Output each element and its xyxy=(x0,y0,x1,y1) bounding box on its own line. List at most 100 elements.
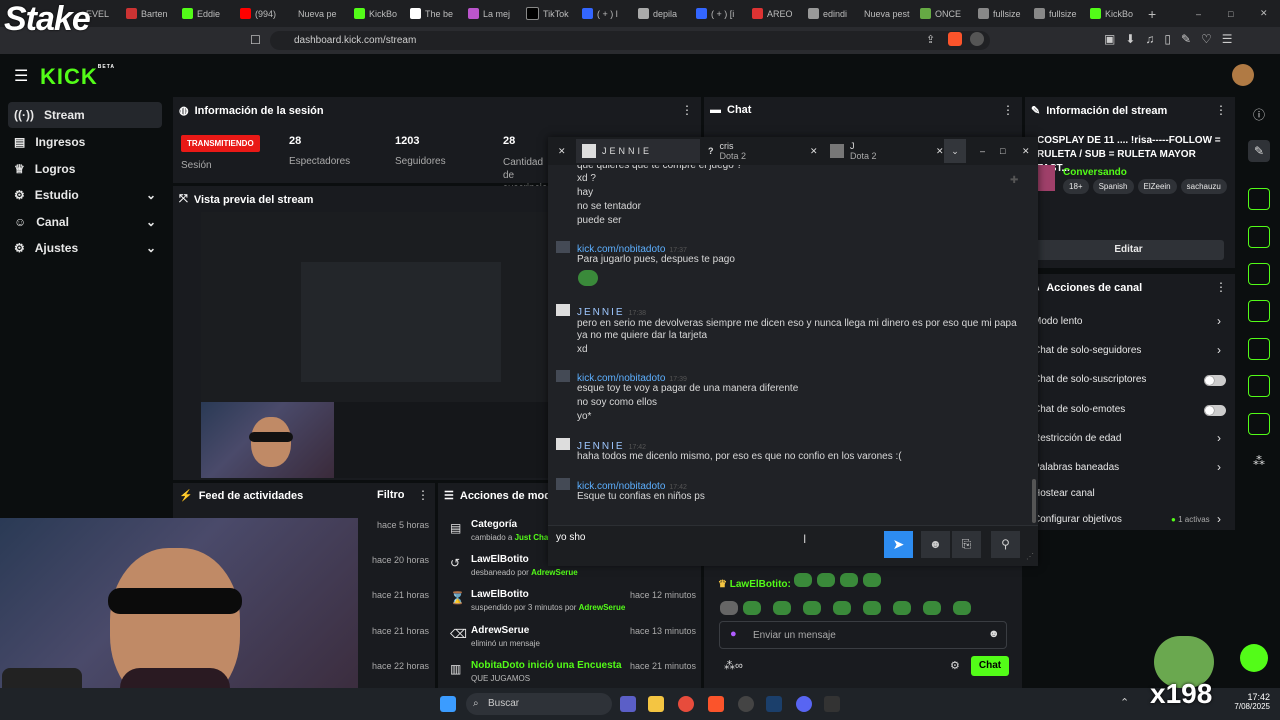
chevron-right-icon[interactable]: › xyxy=(1217,431,1221,445)
emote-icon[interactable] xyxy=(720,601,738,615)
bookmark-icon[interactable]: ☐ xyxy=(250,33,261,47)
browser-tab[interactable]: (994) xyxy=(240,4,296,23)
browser-tab[interactable]: EVEL xyxy=(86,4,126,23)
taskbar-app-icon[interactable] xyxy=(824,696,840,712)
add-reaction-icon[interactable]: ✚ xyxy=(1010,175,1018,186)
browser-tab[interactable]: Eddie xyxy=(182,4,230,23)
info-icon[interactable]: ⓘ xyxy=(1248,104,1270,126)
taskbar-app-icon[interactable] xyxy=(796,696,812,712)
more-options-icon[interactable]: ⋮ xyxy=(681,103,693,117)
emotes-only-toggle[interactable] xyxy=(1204,405,1226,416)
taskbar-app-icon[interactable] xyxy=(620,696,636,712)
tag-chip[interactable]: Spanish xyxy=(1092,179,1134,194)
chevron-right-icon[interactable]: › xyxy=(1217,460,1221,474)
popup-tab-close-icon[interactable]: ✕ xyxy=(810,139,818,163)
tray-chevron-icon[interactable]: ⌃ xyxy=(1120,696,1129,709)
filter-button[interactable]: Filtro xyxy=(377,489,405,501)
browser-tab[interactable]: Nueva pest xyxy=(864,4,916,23)
action-host-channel[interactable]: Hostear canal xyxy=(1033,488,1095,499)
share-icon[interactable]: ⇪ xyxy=(926,33,935,46)
action-banned-words[interactable]: Palabras baneadas xyxy=(1033,462,1119,473)
sidebar-item-logros[interactable]: ♕ Logros xyxy=(8,156,162,182)
browser-tab[interactable]: fullsize xyxy=(1034,4,1084,23)
taskbar-search[interactable]: ⌕ Buscar xyxy=(466,693,612,715)
support-icon[interactable] xyxy=(1240,644,1268,672)
emoji-icon[interactable]: ☻ xyxy=(988,628,1000,640)
popup-tab-close-icon[interactable]: ✕ xyxy=(558,139,566,163)
emote-icon[interactable] xyxy=(863,601,881,615)
edit-icon[interactable]: ✎ xyxy=(1248,140,1270,162)
action-slow-mode[interactable]: Modo lento xyxy=(1033,316,1082,327)
message-compose-area[interactable]: yo sho I ➤ ☻ ⎘ ⚲ ⋰ xyxy=(548,525,1038,566)
action-emotes-only[interactable]: Chat de solo-emotes xyxy=(1033,404,1125,415)
emote-icon[interactable] xyxy=(923,601,941,615)
action-goals[interactable]: Configurar objetivos xyxy=(1033,514,1122,525)
browser-tab[interactable]: KickBo xyxy=(354,4,402,23)
close-icon[interactable]: ✕ xyxy=(1260,4,1272,23)
popup-tab-jennie[interactable]: JENNIE xyxy=(576,139,700,163)
popup-tab-close-icon[interactable]: ✕ xyxy=(936,139,944,163)
rail-tool-icon[interactable] xyxy=(1248,300,1270,322)
emoji-icon[interactable]: ☻ xyxy=(921,531,950,558)
rail-tool-icon[interactable] xyxy=(1248,338,1270,360)
resize-handle-icon[interactable]: ⋰ xyxy=(1026,552,1034,561)
clock[interactable]: 17:42 7/08/2025 xyxy=(1226,692,1270,711)
browser-tab[interactable]: depila xyxy=(638,4,686,23)
taskbar-app-icon[interactable] xyxy=(738,696,754,712)
url-field[interactable]: dashboard.kick.com/stream xyxy=(270,31,990,50)
browser-tab[interactable]: TikTok xyxy=(526,4,578,23)
chevron-right-icon[interactable]: › xyxy=(1217,512,1221,526)
browser-tab[interactable]: Barten xyxy=(126,4,174,23)
sidebar-item-stream[interactable]: ((·)) Stream xyxy=(8,102,162,128)
close-icon[interactable]: ✕ xyxy=(1022,139,1030,163)
browser-tab[interactable]: ( + ) l xyxy=(582,4,634,23)
windows-start-icon[interactable] xyxy=(440,696,456,712)
emote-bar[interactable] xyxy=(720,601,1010,615)
chat-tools-icon[interactable]: ⁂∞ xyxy=(724,659,743,672)
tag-chip[interactable]: ElZeein xyxy=(1137,179,1177,194)
taskbar-app-icon[interactable] xyxy=(678,696,694,712)
rewards-icon[interactable] xyxy=(970,32,984,46)
user-avatar[interactable] xyxy=(1232,64,1254,86)
send-button[interactable]: ➤ xyxy=(884,531,913,558)
emote-icon[interactable] xyxy=(743,601,761,615)
chevron-right-icon[interactable]: › xyxy=(1217,343,1221,357)
subs-only-toggle[interactable] xyxy=(1204,375,1226,386)
emote-icon[interactable] xyxy=(893,601,911,615)
browser-tab-active[interactable]: KickBo xyxy=(1090,4,1142,23)
tab-dropdown-button[interactable]: ⌄ xyxy=(944,139,966,163)
rail-tool-icon[interactable] xyxy=(1248,226,1270,248)
scrollbar[interactable] xyxy=(1032,479,1036,523)
chat-settings-icon[interactable]: ⚙ xyxy=(950,659,960,672)
taskbar-app-icon[interactable] xyxy=(708,696,724,712)
rail-tool-icon[interactable] xyxy=(1248,263,1270,285)
browser-tab[interactable]: fullsize xyxy=(978,4,1028,23)
brave-shield-icon[interactable] xyxy=(948,32,962,46)
more-options-icon[interactable]: ⋮ xyxy=(417,488,429,502)
emote-icon[interactable] xyxy=(773,601,791,615)
emote-icon[interactable] xyxy=(953,601,971,615)
stream-preview-video[interactable] xyxy=(201,212,548,478)
taskbar-app-icon[interactable] xyxy=(648,696,664,712)
browser-tab[interactable]: ONCE xyxy=(920,4,972,23)
browser-tab[interactable]: Nueva pe xyxy=(298,4,346,23)
browser-tab[interactable]: AREO xyxy=(752,4,798,23)
rail-tool-icon[interactable] xyxy=(1248,375,1270,397)
message-input[interactable]: yo sho xyxy=(556,532,585,543)
action-age-restriction[interactable]: Restricción de edad xyxy=(1033,433,1121,444)
rail-tool-icon[interactable] xyxy=(1248,413,1270,435)
tag-chip[interactable]: 18+ xyxy=(1063,179,1089,194)
more-options-icon[interactable]: ⋮ xyxy=(1215,280,1227,294)
edit-button[interactable]: Editar xyxy=(1033,240,1224,260)
category-name[interactable]: Conversando xyxy=(1063,167,1127,178)
sidebar-item-estudio[interactable]: ⚙ Estudio ⌄ xyxy=(8,182,162,208)
minimize-icon[interactable]: – xyxy=(980,139,985,163)
more-options-icon[interactable]: ⋮ xyxy=(1002,103,1014,117)
sidebar-item-ajustes[interactable]: ⚙ Ajustes ⌄ xyxy=(8,235,162,261)
taskbar-app-icon[interactable] xyxy=(766,696,782,712)
more-options-icon[interactable]: ⋮ xyxy=(1215,103,1227,117)
minimize-icon[interactable]: – xyxy=(1196,4,1208,23)
action-subs-only[interactable]: Chat de solo-suscriptores xyxy=(1033,374,1146,385)
chat-history[interactable]: que quieres que te compre el juego ? xd … xyxy=(548,165,1038,525)
chat-send-button[interactable]: Chat xyxy=(971,656,1009,676)
